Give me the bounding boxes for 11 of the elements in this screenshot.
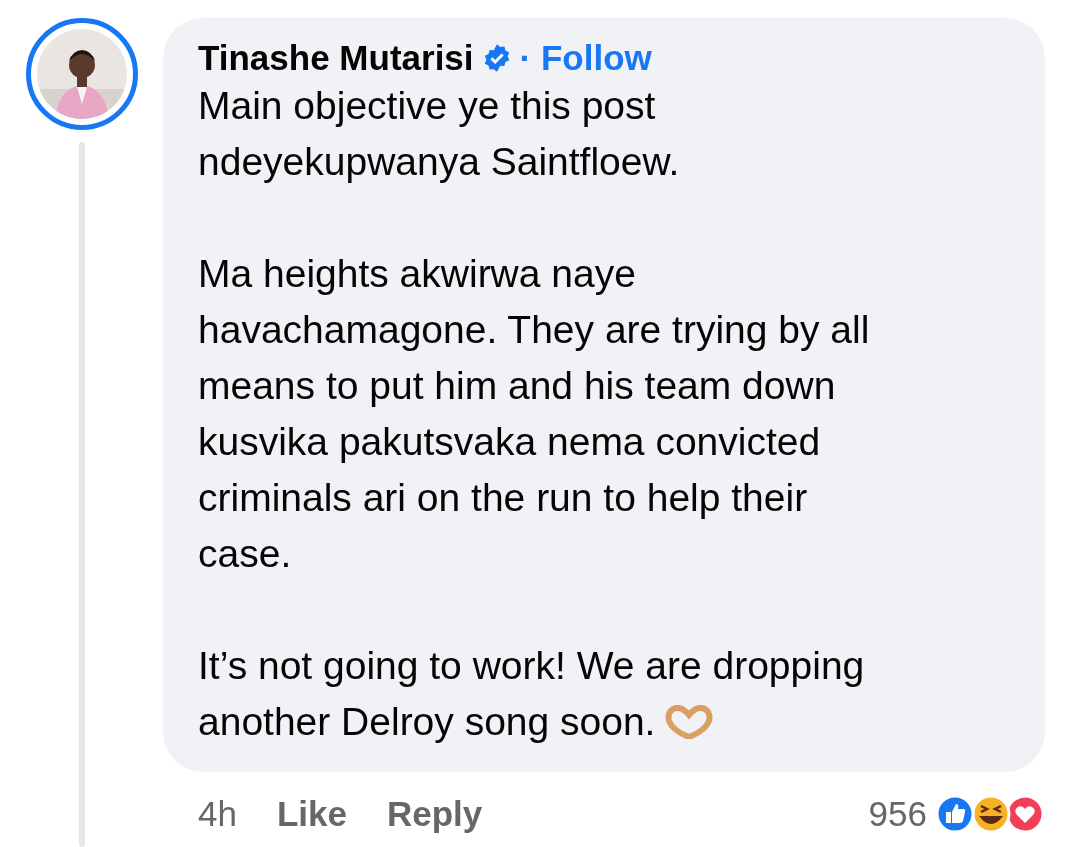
timestamp: 4h — [198, 794, 237, 834]
reaction-count[interactable]: 956 — [868, 794, 927, 834]
author-name[interactable]: Tinashe Mutarisi — [198, 38, 474, 78]
heart-hands-icon — [665, 705, 714, 739]
avatar[interactable] — [25, 18, 138, 130]
comment-paragraph: Main objective ye this post ndeyekupwanya Saintfloew. — [198, 83, 681, 185]
action-link[interactable]: Reply — [387, 794, 483, 834]
comment-paragraph: It’s not going to work! We are dropping another Delroy song soon. — [198, 643, 866, 745]
follow-link[interactable]: · Follow — [519, 38, 652, 78]
action-link[interactable]: Like — [276, 794, 347, 834]
comment-paragraph: Ma heights akwirwa naye havachamagone. They are trying by all means to put him and his team down kusvika pakutsvaka nema convicted criminals ari on the run to help their case. — [198, 251, 871, 577]
